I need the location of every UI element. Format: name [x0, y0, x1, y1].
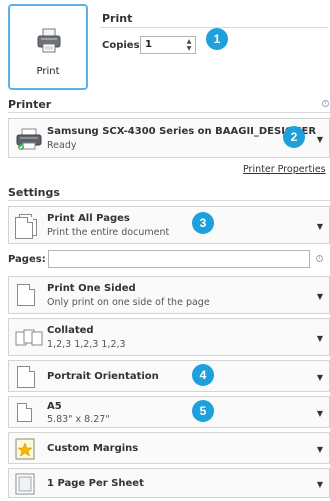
margins-icon — [15, 438, 35, 460]
paper-size-select[interactable]: A5 5.83" x 8.27" ▼ — [8, 396, 330, 428]
info-icon[interactable]: i — [322, 100, 329, 107]
callout-badge-3: 3 — [192, 212, 214, 234]
orientation-select[interactable]: Portrait Orientation ▼ — [8, 360, 330, 392]
chevron-down-icon: ▼ — [316, 480, 323, 489]
option-main: A5 — [47, 401, 62, 412]
collation-select[interactable]: Collated 1,2,3 1,2,3 1,2,3 ▼ — [8, 318, 330, 356]
pages-per-sheet-select[interactable]: 1 Page Per Sheet ▼ — [8, 468, 330, 498]
printer-status: Ready — [47, 140, 77, 151]
printer-section-title: Printer — [8, 98, 52, 111]
option-main: Print All Pages — [47, 213, 130, 224]
callout-badge-5: 5 — [192, 400, 214, 422]
settings-section-title: Settings — [8, 186, 60, 199]
printer-device-icon — [16, 128, 42, 150]
margins-select[interactable]: Custom Margins ▼ — [8, 432, 330, 464]
spin-up-icon[interactable]: ▲ — [185, 38, 193, 45]
info-icon[interactable]: i — [316, 255, 323, 262]
callout-badge-1: 1 — [206, 28, 228, 50]
print-button-label: Print — [36, 66, 60, 77]
option-sub: Only print on one side of the page — [47, 297, 210, 308]
option-sub: 5.83" x 8.27" — [47, 414, 110, 425]
option-main: Portrait Orientation — [47, 371, 159, 382]
copies-spinner[interactable]: ▲ ▼ — [185, 38, 193, 52]
spin-down-icon[interactable]: ▼ — [185, 45, 193, 52]
chevron-down-icon: ▼ — [316, 409, 323, 418]
print-title: Print — [102, 12, 133, 25]
chevron-down-icon: ▼ — [316, 292, 323, 301]
copies-label: Copies: — [102, 40, 144, 51]
copies-value: 1 — [145, 39, 152, 50]
printer-icon — [37, 28, 61, 53]
option-main: 1 Page Per Sheet — [47, 478, 144, 489]
chevron-down-icon: ▼ — [316, 445, 323, 454]
option-sub: Print the entire document — [47, 227, 170, 238]
chevron-down-icon: ▼ — [316, 135, 323, 144]
option-sub: 1,2,3 1,2,3 1,2,3 — [47, 339, 126, 350]
print-button[interactable]: Print — [8, 4, 88, 90]
chevron-down-icon: ▼ — [316, 334, 323, 343]
printer-select[interactable]: Samsung SCX-4300 Series on BAAGII_DESIGN… — [8, 118, 330, 158]
chevron-down-icon: ▼ — [316, 373, 323, 382]
callout-badge-4: 4 — [192, 364, 214, 386]
option-main: Custom Margins — [47, 443, 139, 454]
sides-select[interactable]: Print One Sided Only print on one side o… — [8, 276, 330, 314]
option-main: Print One Sided — [47, 283, 136, 294]
callout-badge-2: 2 — [283, 126, 305, 148]
printer-properties-link[interactable]: Printer Properties — [243, 164, 326, 175]
print-range-select[interactable]: Print All Pages Print the entire documen… — [8, 206, 330, 244]
divider — [8, 112, 330, 113]
copies-input[interactable]: 1 ▲ ▼ — [140, 36, 196, 54]
pages-label: Pages: — [8, 254, 46, 265]
pages-input[interactable] — [48, 250, 310, 268]
printer-name: Samsung SCX-4300 Series on BAAGII_DESIGN… — [47, 126, 317, 137]
option-main: Collated — [47, 325, 94, 336]
chevron-down-icon: ▼ — [316, 222, 323, 231]
collated-icon — [15, 329, 43, 346]
pages-per-sheet-icon — [15, 473, 35, 495]
divider — [8, 200, 330, 201]
